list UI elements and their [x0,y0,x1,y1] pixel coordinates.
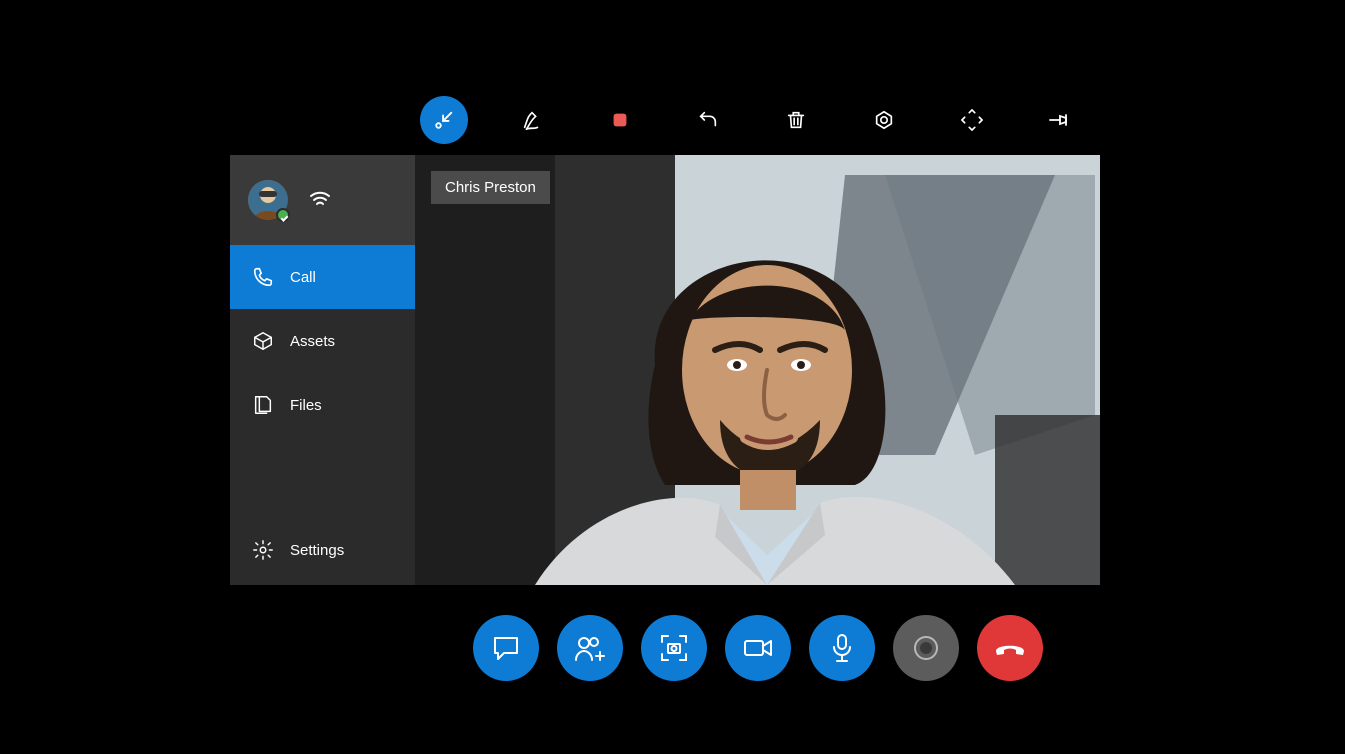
sidebar-item-label: Files [290,397,322,414]
gear-icon [252,539,274,561]
call-controls-dock [230,585,1100,681]
record-icon [912,634,940,662]
record-stop-icon [609,109,631,131]
profile-header [230,155,415,245]
participant-video-placeholder [415,155,1100,585]
mic-icon [830,633,854,663]
hangup-icon [993,638,1027,658]
minimize-to-corner-button[interactable] [420,96,468,144]
assets-icon [252,330,274,352]
pen-icon [521,109,543,131]
hangup-button[interactable] [977,615,1043,681]
snapshot-button[interactable] [641,615,707,681]
participant-name: Chris Preston [445,179,536,196]
participant-name-label: Chris Preston [431,171,550,204]
files-icon [252,394,274,416]
sidebar-item-label: Assets [290,333,335,350]
video-call-window: Call Assets Files [230,85,1100,681]
video-toggle-button[interactable] [725,615,791,681]
aperture-icon [873,109,895,131]
sidebar: Call Assets Files [230,155,415,585]
sidebar-item-assets[interactable]: Assets [230,309,415,373]
stop-record-button[interactable] [596,96,644,144]
undo-icon [697,109,719,131]
sidebar-item-call[interactable]: Call [230,245,415,309]
add-participant-button[interactable] [557,615,623,681]
sidebar-item-label: Settings [290,542,344,559]
mic-toggle-button[interactable] [809,615,875,681]
presence-available-icon [276,208,290,222]
aperture-button[interactable] [860,96,908,144]
add-people-icon [574,634,606,662]
top-toolbar [230,85,1100,155]
annotate-button[interactable] [508,96,556,144]
record-button[interactable] [893,615,959,681]
delete-icon [785,109,807,131]
chat-icon [491,634,521,662]
expand-icon [961,109,983,131]
minimize-to-corner-icon [433,109,455,131]
video-feed: Chris Preston [415,155,1100,585]
undo-button[interactable] [684,96,732,144]
delete-button[interactable] [772,96,820,144]
video-icon [742,636,774,660]
signal-strength-icon [308,188,332,213]
sidebar-item-files[interactable]: Files [230,373,415,437]
main-content: Call Assets Files [230,155,1100,585]
sidebar-item-settings[interactable]: Settings [230,515,415,585]
capture-icon [659,633,689,663]
pin-button[interactable] [1036,96,1084,144]
chat-button[interactable] [473,615,539,681]
expand-button[interactable] [948,96,996,144]
sidebar-item-label: Call [290,269,316,286]
pin-icon [1048,110,1072,130]
phone-icon [252,266,274,288]
avatar[interactable] [248,180,288,220]
